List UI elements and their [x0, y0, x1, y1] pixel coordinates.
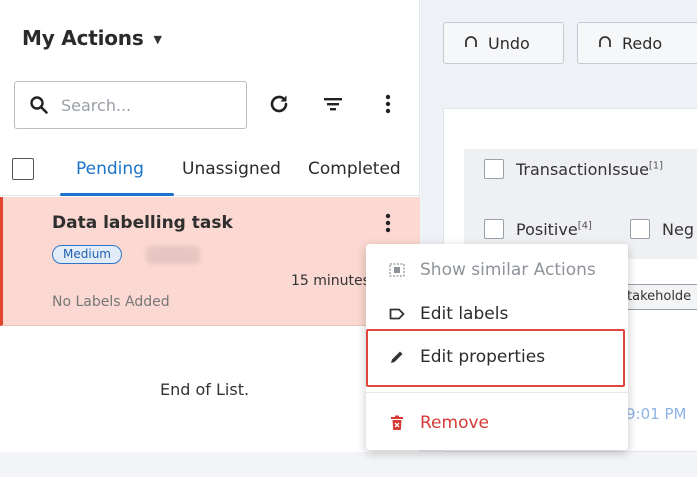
option-label: Neg [662, 219, 694, 239]
tabs-row: Pending Unassigned Completed [0, 154, 420, 196]
search-input[interactable] [61, 95, 221, 115]
end-of-list-text: End of List. [160, 380, 250, 399]
option-positive[interactable]: Positive[4] [484, 219, 592, 239]
option-transactionissue[interactable]: TransactionIssue[1] [484, 159, 663, 179]
actions-title-row[interactable]: My Actions ▼ [22, 26, 162, 50]
tab-pending[interactable]: Pending [76, 159, 144, 179]
menu-item-edit-labels[interactable]: Edit labels [366, 292, 628, 336]
refresh-icon[interactable] [264, 89, 294, 119]
label-icon [388, 305, 406, 323]
option-sup: [4] [577, 220, 592, 232]
menu-item-remove[interactable]: Remove [366, 401, 628, 445]
tab-unassigned[interactable]: Unassigned [182, 159, 281, 179]
menu-item-label: Edit properties [420, 347, 546, 367]
option-sup: [1] [648, 160, 664, 172]
option-negative[interactable]: Neg [630, 219, 694, 239]
menu-divider [366, 392, 628, 393]
panel-title: My Actions [22, 26, 144, 50]
more-vertical-icon[interactable] [373, 89, 403, 119]
undo-button[interactable]: Undo [443, 22, 564, 64]
action-list-item[interactable]: Data labelling task Medium 15 minutes ag… [0, 197, 420, 326]
filter-icon[interactable] [318, 89, 348, 119]
option-checkbox[interactable] [630, 219, 650, 239]
redo-icon [598, 34, 612, 53]
tab-completed[interactable]: Completed [308, 159, 401, 179]
option-checkbox[interactable] [484, 159, 504, 179]
option-checkbox[interactable] [484, 219, 504, 239]
menu-item-edit-properties[interactable]: Edit properties [366, 335, 628, 379]
select-all-checkbox[interactable] [12, 158, 34, 180]
labels-status: No Labels Added [52, 294, 170, 310]
menu-item-label: Edit labels [420, 304, 509, 324]
context-menu: Show similar Actions Edit labels Edit pr… [366, 244, 628, 450]
active-tab-indicator [60, 193, 174, 196]
editor-time: 9:01 PM [626, 405, 687, 423]
search-icon [29, 95, 49, 115]
trash-icon [388, 414, 406, 432]
actions-panel: My Actions ▼ Pending Unassigned Complete… [0, 0, 420, 452]
pencil-icon [388, 348, 406, 366]
menu-item-show-similar[interactable]: Show similar Actions [366, 248, 628, 292]
redacted-assignee [146, 246, 200, 264]
redo-label: Redo [622, 33, 663, 53]
search-box[interactable] [14, 81, 247, 129]
item-more-icon[interactable] [377, 211, 399, 235]
menu-item-label: Remove [420, 413, 489, 433]
undo-label: Undo [488, 33, 530, 53]
stakeholder-chip: takeholde [620, 284, 697, 310]
menu-item-label: Show similar Actions [420, 260, 596, 280]
action-title: Data labelling task [52, 213, 233, 233]
option-label: TransactionIssue [516, 159, 649, 179]
option-label: Positive [516, 219, 578, 239]
similar-icon [388, 261, 406, 279]
redo-button[interactable]: Redo [577, 22, 697, 64]
caret-down-icon[interactable]: ▼ [154, 33, 162, 46]
label-options: TransactionIssue[1] [464, 149, 697, 259]
undo-icon [464, 34, 478, 53]
priority-badge: Medium [52, 245, 122, 264]
